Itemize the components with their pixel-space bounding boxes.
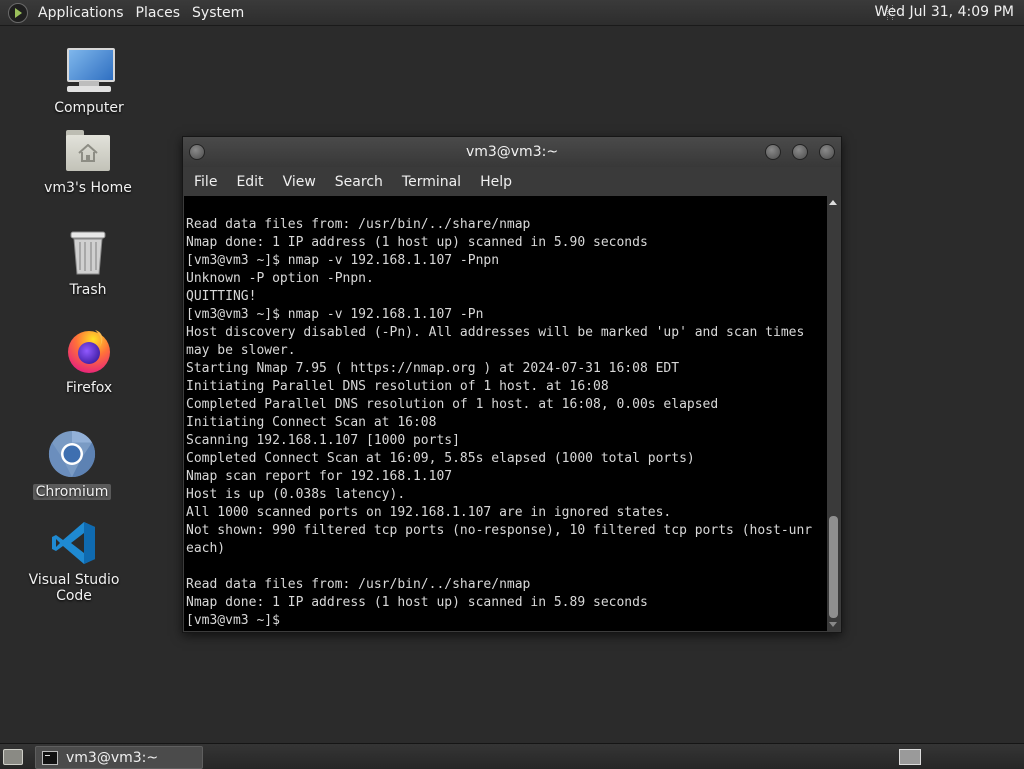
menu-search[interactable]: Search <box>328 174 390 190</box>
taskbar-label: vm3@vm3:~ <box>66 749 159 766</box>
workspace-switcher[interactable] <box>899 749 921 765</box>
top-panel: Applications Places System Wed Jul 31, 4… <box>0 0 1024 26</box>
home-folder-icon <box>64 130 112 174</box>
menu-help[interactable]: Help <box>473 174 519 190</box>
scroll-down-arrow-icon[interactable] <box>829 622 837 627</box>
desktop-icon-label: Visual Studio Code <box>28 572 120 604</box>
menu-view[interactable]: View <box>276 174 323 190</box>
taskbar-terminal-button[interactable]: vm3@vm3:~ <box>35 746 203 769</box>
vscode-icon <box>51 520 97 566</box>
trash-icon <box>68 230 108 276</box>
show-desktop-icon[interactable] <box>3 749 23 765</box>
scrollbar-thumb[interactable] <box>829 516 838 618</box>
window-title: vm3@vm3:~ <box>465 144 559 160</box>
scroll-up-arrow-icon[interactable] <box>829 200 837 205</box>
menu-terminal[interactable]: Terminal <box>395 174 468 190</box>
terminal-output: Read data files from: /usr/bin/../share/… <box>186 217 813 628</box>
system-menu[interactable]: System <box>186 5 250 21</box>
terminal-window[interactable]: vm3@vm3:~ File Edit View Search Terminal… <box>182 136 842 633</box>
terminal-icon <box>42 750 58 765</box>
minimize-button[interactable] <box>765 144 781 160</box>
desktop-icon-trash[interactable]: Trash <box>28 230 148 298</box>
bottom-panel: vm3@vm3:~ <box>0 743 1024 769</box>
terminal-scrollbar[interactable] <box>827 196 840 631</box>
window-titlebar[interactable]: vm3@vm3:~ <box>183 137 841 167</box>
desktop-icon-vscode[interactable]: Visual Studio Code <box>14 520 134 604</box>
desktop-icon-chromium[interactable]: Chromium <box>12 430 132 500</box>
desktop-icon-computer[interactable]: Computer <box>29 46 149 116</box>
computer-icon <box>65 46 115 94</box>
close-button[interactable] <box>819 144 835 160</box>
terminal-menubar: File Edit View Search Terminal Help <box>183 167 841 196</box>
window-menu-button[interactable] <box>189 144 205 160</box>
terminal-output-area[interactable]: Read data files from: /usr/bin/../share/… <box>184 196 840 631</box>
desktop-icon-firefox[interactable]: Firefox <box>29 326 149 396</box>
desktop-icon-label: Trash <box>69 282 107 298</box>
menu-edit[interactable]: Edit <box>229 174 270 190</box>
desktop-icon-label: Computer <box>54 100 124 116</box>
firefox-icon <box>65 326 113 374</box>
desktop-icon-label: vm3's Home <box>44 180 132 196</box>
desktop-icon-label: Firefox <box>65 380 113 396</box>
desktop-icon-home[interactable]: vm3's Home <box>28 130 148 196</box>
chromium-icon <box>48 430 96 478</box>
distro-logo-icon[interactable] <box>8 2 28 23</box>
places-menu[interactable]: Places <box>130 5 187 21</box>
desktop-icon-label: Chromium <box>32 484 112 500</box>
clock[interactable]: Wed Jul 31, 4:09 PM <box>875 4 1014 20</box>
menu-file[interactable]: File <box>187 174 224 190</box>
applications-menu[interactable]: Applications <box>32 5 130 21</box>
maximize-button[interactable] <box>792 144 808 160</box>
